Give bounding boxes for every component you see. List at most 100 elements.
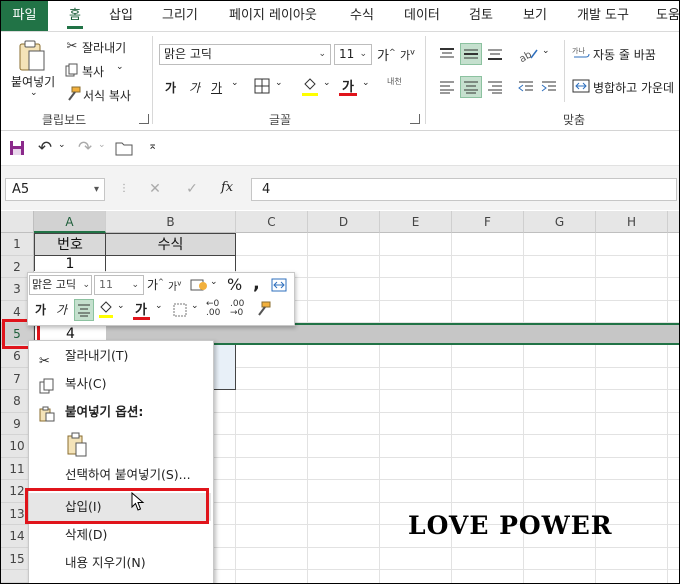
menu-item-clear-contents[interactable]: 내용 지우기(N) [29,549,211,577]
align-right-icon[interactable] [485,77,505,97]
tab-file[interactable]: 파일 [1,1,48,31]
mini-format-painter-icon[interactable] [254,300,272,318]
column-header-h[interactable]: H [596,211,668,233]
mini-borders-icon[interactable] [171,301,189,319]
formula-input[interactable]: 4 [251,178,677,201]
open-folder-icon[interactable] [114,139,134,157]
mini-italic-button[interactable]: 가 [56,301,67,318]
paste-option-keep-source-icon[interactable] [65,431,89,459]
mini-font-name-combo[interactable]: 맑은 고딕 ⌄ [29,275,92,295]
accounting-format-icon[interactable] [190,276,208,294]
font-color-dropdown-icon[interactable]: ⌄ [362,78,370,88]
tab-page-layout[interactable]: 페이지 레이아웃 [229,1,317,31]
comma-style-button[interactable]: , [253,273,260,294]
menu-item-paste-options-label: 붙여넣기 옵션: [65,404,144,419]
percent-style-button[interactable]: % [227,275,242,294]
cut-button[interactable]: 잘라내기 [82,39,126,56]
mini-font-size-combo[interactable]: 11 ⌄ [94,275,144,295]
mini-font-color-button[interactable]: 가 [135,299,147,318]
tab-review[interactable]: 검토 [469,1,493,31]
format-painter-button[interactable]: 서식 복사 [83,87,131,104]
align-top-icon[interactable] [437,44,457,64]
tab-home[interactable]: 홈 [67,1,83,31]
copy-button[interactable]: 복사 [82,63,104,80]
column-header-b[interactable]: B [106,211,236,233]
bold-button[interactable]: 가 [165,79,176,96]
tab-data[interactable]: 데이터 [404,1,440,31]
decrease-decimal-button[interactable]: .00 →0 [230,300,244,318]
cell-b1[interactable]: 수식 [105,233,236,256]
decrease-indent-icon[interactable] [516,77,536,97]
name-box[interactable]: A5 ▾ [5,178,105,201]
phonetic-button[interactable]: 내천 [387,76,402,87]
underline-dropdown-icon[interactable]: ⌄ [231,78,239,88]
tab-help[interactable]: 도움 [656,1,679,31]
column-header-e[interactable]: E [380,211,452,233]
orientation-dropdown-icon[interactable]: ⌄ [542,46,550,56]
cell-a2[interactable]: 1 [34,256,106,271]
menu-item-copy[interactable]: 복사(C) [29,370,211,398]
copy-dropdown-icon[interactable]: ⌄ [116,62,124,72]
column-header-a[interactable]: A [34,211,106,233]
merge-center-button[interactable]: 병합하고 가운데 [593,79,674,96]
fill-color-dropdown-icon[interactable]: ⌄ [323,78,331,88]
row-header[interactable]: 1 [1,233,34,256]
merge-center-mini-icon[interactable] [270,276,288,294]
font-size-combo[interactable]: 11 ⌄ [334,44,372,65]
mini-borders-dropdown-icon[interactable]: ⌄ [191,301,199,311]
fill-color-icon[interactable] [301,76,319,98]
confirm-entry-icon[interactable]: ✓ [183,180,201,198]
column-header-g[interactable]: G [524,211,596,233]
undo-icon[interactable]: ↶ [35,138,55,158]
underline-button[interactable]: 가 [211,79,222,96]
orientation-icon[interactable]: ab [518,44,540,64]
tab-draw[interactable]: 그리기 [162,1,198,31]
menu-item-paste-special[interactable]: 선택하여 붙여넣기(S)... [29,461,211,489]
tab-developer[interactable]: 개발 도구 [577,1,629,31]
increase-decimal-button[interactable]: ←0.00 [206,300,220,318]
font-dialog-launcher-icon[interactable] [410,114,420,124]
mini-center-align-icon[interactable] [74,299,94,321]
save-icon[interactable] [8,139,26,157]
borders-icon[interactable] [253,77,271,95]
cancel-entry-icon[interactable]: ✕ [146,180,164,198]
italic-button[interactable]: 가 [189,79,200,96]
align-left-icon[interactable] [437,77,457,97]
select-all-corner[interactable] [1,211,34,233]
menu-item-cut[interactable]: ✂ 잘라내기(T) [29,342,211,370]
align-bottom-icon[interactable] [485,44,505,64]
font-name-combo[interactable]: 맑은 고딕 ⌄ [159,44,331,65]
shrink-font-button[interactable]: 가v [400,47,415,63]
tab-view[interactable]: 보기 [523,1,547,31]
borders-dropdown-icon[interactable]: ⌄ [275,78,283,88]
tab-insert[interactable]: 삽입 [109,1,133,31]
paste-icon[interactable] [15,38,49,74]
increase-indent-icon[interactable] [539,77,559,97]
mini-fill-color-icon[interactable] [98,300,114,320]
grow-font-button[interactable]: 가^ [377,45,396,64]
column-header-f[interactable]: F [452,211,524,233]
undo-dropdown-icon[interactable]: ⌄ [58,140,66,150]
redo-icon[interactable]: ↷ [75,138,95,158]
mini-bold-button[interactable]: 가 [35,301,46,318]
cell-a1[interactable]: 번호 [34,233,106,256]
clipboard-dialog-launcher-icon[interactable] [139,114,149,124]
mini-grow-font-button[interactable]: 가^ [147,276,164,293]
menu-item-delete[interactable]: 삭제(D) [29,521,211,549]
align-middle-icon[interactable] [460,43,482,65]
column-header-d[interactable]: D [308,211,380,233]
customize-qat-icon[interactable]: ⌅ [148,139,157,152]
paste-dropdown-icon[interactable]: ⌄ [30,88,38,98]
cell-b2[interactable] [105,256,236,271]
accounting-dropdown-icon[interactable]: ⌄ [210,277,218,287]
tab-formulas[interactable]: 수식 [350,1,374,31]
redo-dropdown-icon[interactable]: ⌄ [98,140,106,150]
mini-shrink-font-button[interactable]: 가v [168,278,181,293]
column-header-partial[interactable] [668,211,679,233]
mini-fill-dropdown-icon[interactable]: ⌄ [117,301,125,311]
column-header-c[interactable]: C [236,211,308,233]
wrap-text-button[interactable]: 자동 줄 바꿈 [593,46,656,63]
insert-function-button[interactable]: fx [221,180,233,195]
mini-font-color-dropdown-icon[interactable]: ⌄ [155,301,163,311]
align-center-icon[interactable] [460,76,482,98]
